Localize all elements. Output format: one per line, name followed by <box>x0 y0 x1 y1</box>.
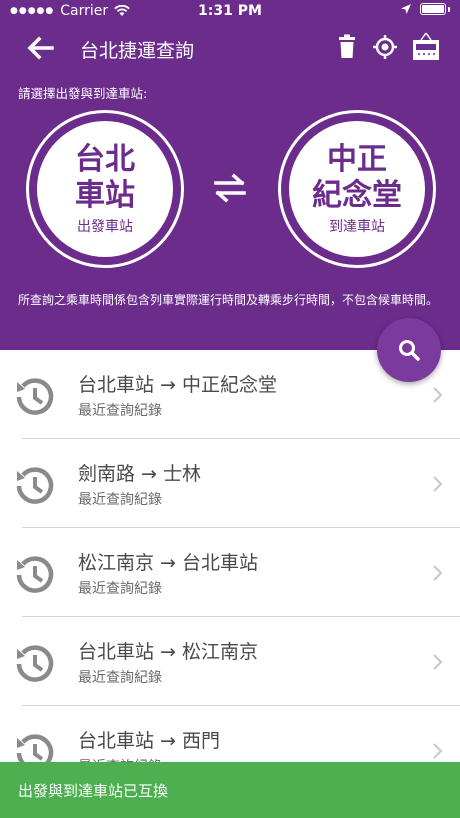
history-icon <box>16 645 54 682</box>
history-item[interactable]: 劍南路 → 士林 最近查詢紀錄 <box>0 439 460 528</box>
chevron-right-icon <box>433 654 443 670</box>
status-bar: ●●●●● Carrier 1:31 PM <box>0 0 460 22</box>
battery-icon <box>420 3 446 15</box>
history-label: 最近查詢紀錄 <box>78 403 162 419</box>
chevron-right-icon <box>433 565 443 581</box>
history-label: 最近查詢紀錄 <box>78 492 162 508</box>
history-icon <box>16 467 54 504</box>
departure-station-button[interactable]: 台北 車站 出發車站 <box>26 110 184 268</box>
hotel-icon[interactable] <box>412 32 440 62</box>
history-route: 台北車站 → 中正紀念堂 <box>78 374 277 396</box>
history-route: 台北車站 → 松江南京 <box>78 641 258 663</box>
history-label: 最近查詢紀錄 <box>78 581 162 597</box>
travel-time-note: 所查詢之乘車時間係包含列車實際運行時間及轉乘步行時間，不包含候車時間。 <box>18 293 439 307</box>
history-route: 台北車站 → 西門 <box>78 730 220 752</box>
station-prompt: 請選擇出發與到達車站: <box>18 86 148 101</box>
chevron-right-icon <box>433 743 443 759</box>
location-arrow-icon <box>401 4 411 14</box>
departure-name-line-1: 台北 <box>75 142 135 177</box>
arrival-station-button[interactable]: 中正 紀念堂 到達車站 <box>278 110 436 268</box>
search-button[interactable] <box>377 318 441 382</box>
departure-label: 出發車站 <box>77 219 133 235</box>
history-list: 台北車站 → 中正紀念堂 最近查詢紀錄 劍南路 → 士林 最近查詢紀錄 松江南京… <box>0 350 460 795</box>
page-title: 台北捷運查詢 <box>80 40 195 62</box>
battery-tip <box>448 6 450 12</box>
swap-icon[interactable] <box>210 172 250 204</box>
trash-icon[interactable] <box>336 34 358 60</box>
departure-name-line-2: 車站 <box>75 178 135 213</box>
back-arrow-icon[interactable] <box>24 32 56 64</box>
history-route: 松江南京 → 台北車站 <box>78 552 258 574</box>
arrival-label: 到達車站 <box>329 219 385 235</box>
clock-time: 1:31 PM <box>198 3 262 19</box>
history-item[interactable]: 松江南京 → 台北車站 最近查詢紀錄 <box>0 528 460 617</box>
history-icon <box>16 378 54 415</box>
history-label: 最近查詢紀錄 <box>78 670 162 686</box>
search-icon <box>399 340 420 361</box>
header-panel: ●●●●● Carrier 1:31 PM 台北捷運查詢 請選擇出發與到達車站:… <box>0 0 460 350</box>
chevron-right-icon <box>433 387 443 403</box>
chevron-right-icon <box>433 476 443 492</box>
arrival-name-line-2: 紀念堂 <box>312 178 402 213</box>
swap-toast: 出發與到達車站已互換 <box>0 762 460 818</box>
history-icon <box>16 556 54 593</box>
nav-bar: 台北捷運查詢 <box>0 28 460 68</box>
arrival-name-line-1: 中正 <box>327 142 387 177</box>
history-route: 劍南路 → 士林 <box>78 463 201 485</box>
history-item[interactable]: 台北車站 → 松江南京 最近查詢紀錄 <box>0 617 460 706</box>
locate-icon[interactable] <box>372 34 398 60</box>
